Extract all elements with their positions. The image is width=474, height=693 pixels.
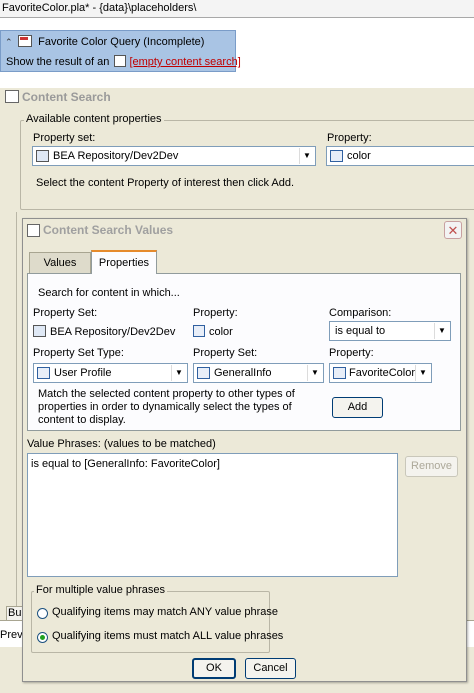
chevron-down-icon[interactable]: ▼: [171, 365, 186, 381]
add-button[interactable]: Add: [332, 397, 383, 418]
col-property-set-label: Property Set:: [33, 307, 98, 319]
property-set-icon: [197, 367, 210, 379]
query-text-prefix: Show the result of an: [6, 56, 110, 68]
value-phrases-list[interactable]: is equal to [GeneralInfo: FavoriteColor]: [27, 453, 398, 577]
multiple-phrases-legend: For multiple value phrases: [34, 584, 168, 596]
collapse-icon[interactable]: ⌃: [5, 34, 15, 50]
property-set-select[interactable]: GeneralInfo ▼: [193, 363, 324, 383]
property-label-2: Property:: [329, 347, 374, 359]
property-set-label-2: Property Set:: [193, 347, 258, 359]
background-prev-text: Prev: [0, 629, 23, 641]
search-icon: [114, 55, 127, 67]
property-select[interactable]: FavoriteColor ▼: [329, 363, 432, 383]
chevron-down-icon[interactable]: ▼: [307, 365, 322, 381]
property-icon: [333, 367, 346, 379]
repository-icon: [36, 150, 49, 162]
match-description: Match the selected content property to o…: [38, 388, 295, 426]
property-icon: [193, 325, 205, 337]
property-set-combo[interactable]: BEA Repository/Dev2Dev ▼: [32, 146, 316, 166]
ok-button[interactable]: OK: [192, 658, 236, 679]
col-comparison-label: Comparison:: [329, 307, 392, 319]
query-panel[interactable]: ⌃ Favorite Color Query (Incomplete) Show…: [0, 30, 241, 72]
property-set-type-select[interactable]: User Profile ▼: [33, 363, 188, 383]
property-set-type-label: Property Set Type:: [33, 347, 124, 359]
search-for-label: Search for content in which...: [38, 287, 180, 299]
selected-property-set: BEA Repository/Dev2Dev: [33, 325, 175, 338]
value-phrase-item[interactable]: is equal to [GeneralInfo: FavoriteColor]: [31, 457, 394, 471]
query-description: Show the result of an [empty content sea…: [6, 55, 241, 69]
cancel-button[interactable]: Cancel: [245, 658, 296, 679]
tab-properties[interactable]: Properties: [91, 250, 157, 274]
available-properties-legend: Available content properties: [24, 113, 164, 125]
radio-match-any-label[interactable]: Qualifying items may match ANY value phr…: [52, 606, 278, 618]
query-title-row: ⌃ Favorite Color Query (Incomplete): [5, 34, 204, 50]
value-phrases-label: Value Phrases: (values to be matched): [27, 438, 216, 450]
query-title: Favorite Color Query (Incomplete): [38, 36, 205, 48]
radio-match-all-label[interactable]: Qualifying items must match ALL value ph…: [52, 630, 283, 642]
comparison-select[interactable]: is equal to ▼: [329, 321, 451, 341]
property-set-label: Property set:: [33, 132, 96, 144]
chevron-down-icon[interactable]: ▼: [299, 148, 314, 164]
tab-values[interactable]: Values: [29, 252, 91, 273]
property-field[interactable]: color: [326, 146, 474, 166]
query-icon: [18, 35, 33, 47]
close-icon[interactable]: ✕: [444, 221, 462, 239]
repository-icon: [33, 325, 46, 337]
property-label: Property:: [327, 132, 372, 144]
chevron-down-icon[interactable]: ▼: [434, 323, 449, 339]
col-property-label: Property:: [193, 307, 238, 319]
editor-tab-title[interactable]: FavoriteColor.pla* - {data}\placeholders…: [0, 0, 474, 18]
remove-button[interactable]: Remove: [405, 456, 458, 477]
radio-match-all[interactable]: [37, 632, 48, 643]
radio-match-any[interactable]: [37, 608, 48, 619]
chevron-down-icon[interactable]: ▼: [415, 365, 430, 381]
dialog-title: Content Search Values: [23, 219, 466, 242]
content-search-instruction: Select the content Property of interest …: [36, 177, 295, 189]
dialog-title-icon: [27, 224, 40, 237]
content-search-values-dialog: Content Search Values ✕ Values Propertie…: [22, 218, 467, 682]
empty-content-search-link[interactable]: [empty content search]: [129, 56, 240, 68]
multiple-phrases-group: [31, 591, 270, 653]
user-profile-icon: [37, 367, 50, 379]
property-icon: [330, 150, 343, 162]
content-search-title: Content Search: [22, 90, 111, 104]
selected-property: color: [193, 325, 233, 338]
